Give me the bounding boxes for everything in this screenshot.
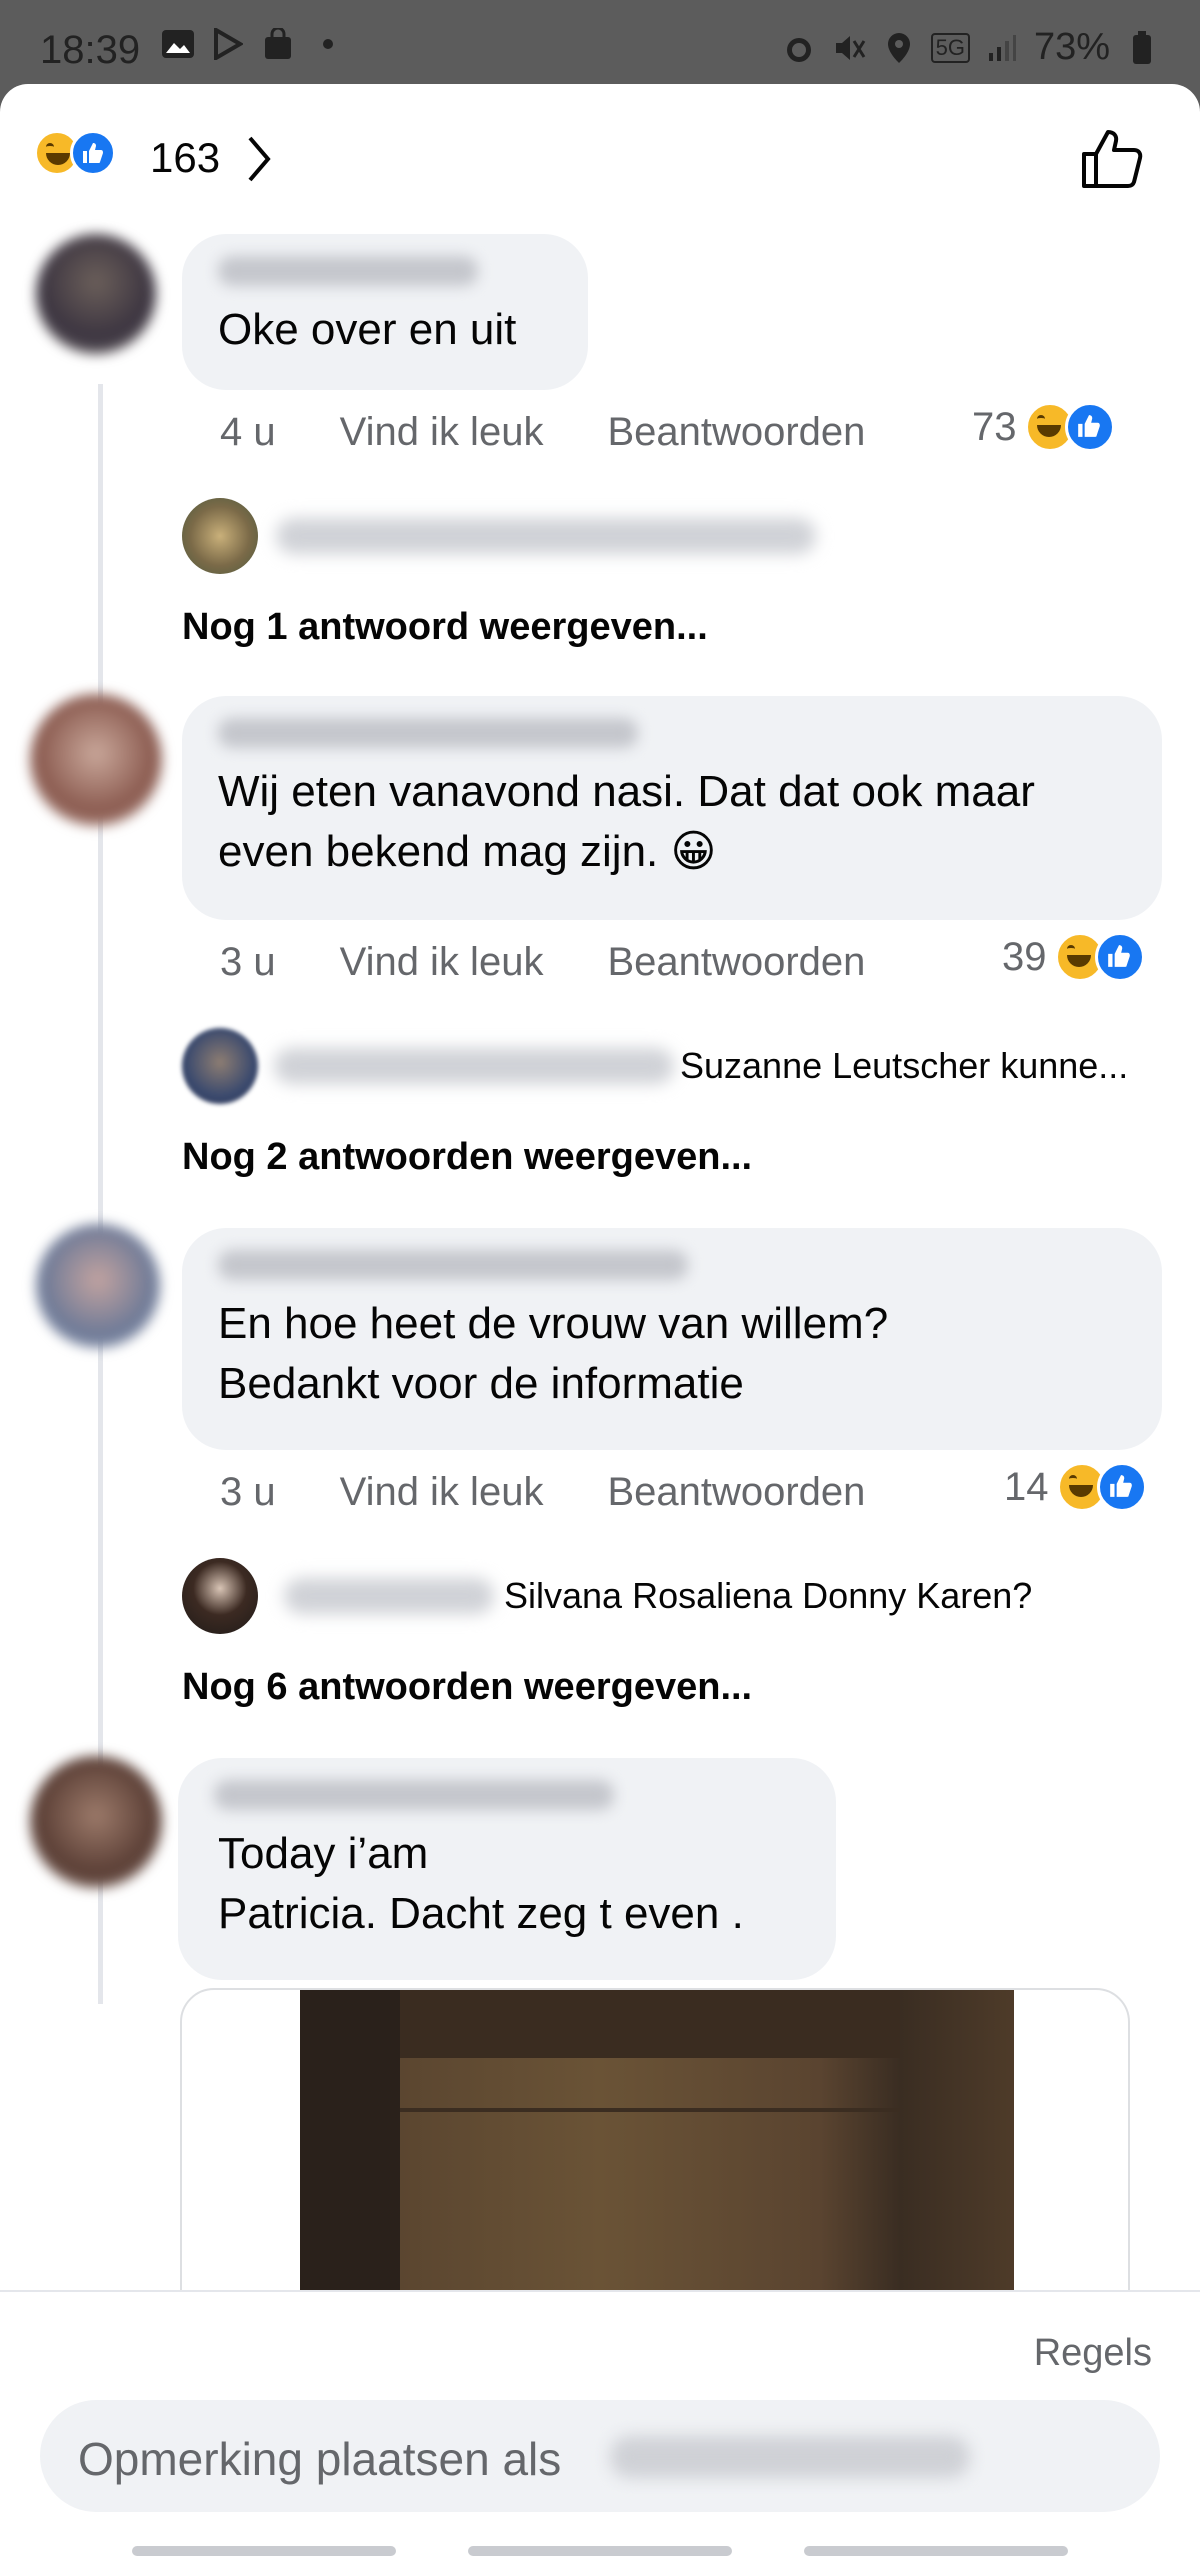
view-more-replies[interactable]: Nog 1 antwoord weergeven... bbox=[182, 606, 708, 649]
author-name bbox=[274, 1048, 674, 1084]
avatar[interactable] bbox=[182, 1558, 258, 1634]
comments-sheet: 163 Oke over en uit 4 u Vind ik leuk Bea… bbox=[0, 84, 1200, 2574]
network-type: 5G bbox=[930, 32, 970, 63]
comment-time: 3 u bbox=[220, 1470, 276, 1514]
reply-text: Suzanne Leutscher kunne... bbox=[680, 1045, 1129, 1086]
reactions-header: 163 bbox=[0, 84, 1200, 234]
avatar[interactable] bbox=[182, 1028, 258, 1104]
comment-time: 3 u bbox=[220, 940, 276, 984]
reply-button[interactable]: Beantwoorden bbox=[607, 410, 865, 455]
chevron-right-icon[interactable] bbox=[244, 134, 274, 189]
like-reaction-icon bbox=[1096, 1462, 1147, 1512]
rules-link[interactable]: Regels bbox=[1034, 2332, 1152, 2375]
author-name bbox=[276, 518, 816, 554]
reply-preview[interactable]: Silvana Rosaliena Donny Karen? bbox=[182, 1558, 1032, 1634]
author-name[interactable] bbox=[218, 256, 478, 286]
comment-actions: 3 u Vind ik leuk Beantwoorden bbox=[220, 940, 929, 985]
reply-text: Silvana Rosaliena Donny Karen? bbox=[504, 1575, 1033, 1616]
play-store-icon bbox=[210, 26, 246, 62]
avatar[interactable] bbox=[182, 498, 258, 574]
gallery-icon bbox=[160, 26, 196, 62]
author-name[interactable] bbox=[214, 1780, 614, 1810]
comment-input[interactable]: Opmerking plaatsen als bbox=[40, 2400, 1160, 2512]
like-post-button[interactable] bbox=[1080, 128, 1144, 195]
like-comment-button[interactable]: Vind ik leuk bbox=[340, 1470, 544, 1515]
status-time: 18:39 bbox=[40, 28, 141, 72]
comment-bubble: Wij eten vanavond nasi. Dat dat ook maar… bbox=[182, 696, 1162, 920]
mute-icon bbox=[831, 30, 867, 66]
view-more-replies[interactable]: Nog 2 antwoorden weergeven... bbox=[182, 1136, 752, 1179]
reaction-count: 39 bbox=[1002, 934, 1047, 979]
author-name[interactable] bbox=[218, 718, 638, 748]
like-comment-button[interactable]: Vind ik leuk bbox=[340, 410, 544, 455]
comment-reactions[interactable]: 39 bbox=[1002, 932, 1145, 982]
reaction-count[interactable]: 163 bbox=[150, 134, 220, 182]
comment-bubble: Oke over en uit bbox=[182, 234, 588, 390]
like-comment-button[interactable]: Vind ik leuk bbox=[340, 940, 544, 985]
thumbs-up-icon bbox=[1082, 130, 1143, 188]
battery-icon bbox=[1124, 30, 1160, 66]
alarm-icon bbox=[781, 30, 817, 66]
comment-input-placeholder: Opmerking plaatsen als bbox=[78, 2433, 562, 2485]
comment-reactions[interactable]: 14 bbox=[1004, 1462, 1147, 1512]
reply-preview[interactable]: Suzanne Leutscher kunne... bbox=[182, 1028, 1128, 1104]
comment-text: En hoe heet de vrouw van willem? Bedankt… bbox=[218, 1299, 889, 1408]
location-icon bbox=[881, 30, 917, 66]
reply-preview[interactable] bbox=[182, 498, 816, 574]
system-nav-bar bbox=[0, 2530, 1200, 2574]
like-reaction-icon bbox=[70, 130, 116, 176]
author-name[interactable] bbox=[218, 1250, 688, 1280]
reaction-count: 73 bbox=[972, 404, 1017, 449]
nav-back[interactable] bbox=[804, 2546, 1068, 2556]
view-more-replies[interactable]: Nog 6 antwoorden weergeven... bbox=[182, 1666, 752, 1709]
reply-button[interactable]: Beantwoorden bbox=[607, 1470, 865, 1515]
comment-text: Today i’am Patricia. Dacht zeg t even . bbox=[218, 1829, 744, 1938]
battery-percent: 73% bbox=[1033, 26, 1110, 68]
signal-icon bbox=[984, 30, 1020, 66]
comment-text: Wij eten vanavond nasi. Dat dat ook maar… bbox=[218, 767, 1035, 876]
comment-actions: 3 u Vind ik leuk Beantwoorden bbox=[220, 1470, 929, 1515]
comment-text: Oke over en uit bbox=[218, 305, 517, 354]
like-reaction-icon bbox=[1064, 402, 1115, 452]
notification-dot-icon bbox=[310, 26, 346, 62]
nav-recents[interactable] bbox=[132, 2546, 396, 2556]
nav-home[interactable] bbox=[468, 2546, 732, 2556]
comment-time: 4 u bbox=[220, 410, 276, 454]
reaction-count: 14 bbox=[1004, 1464, 1049, 1509]
shopping-bag-icon bbox=[260, 26, 296, 62]
avatar[interactable] bbox=[36, 1224, 160, 1348]
avatar[interactable] bbox=[36, 234, 156, 354]
comment-bubble: En hoe heet de vrouw van willem? Bedankt… bbox=[182, 1228, 1162, 1450]
reply-button[interactable]: Beantwoorden bbox=[607, 940, 865, 985]
author-name bbox=[610, 2436, 970, 2478]
avatar[interactable] bbox=[30, 1756, 162, 1888]
status-bar: 18:39 5G 73% bbox=[0, 0, 1200, 84]
comment-bubble: Today i’am Patricia. Dacht zeg t even . bbox=[178, 1758, 836, 1980]
like-reaction-icon bbox=[1094, 932, 1145, 982]
comment-reactions[interactable]: 73 bbox=[972, 402, 1115, 452]
comment-actions: 4 u Vind ik leuk Beantwoorden bbox=[220, 410, 929, 455]
avatar[interactable] bbox=[30, 694, 162, 826]
author-name bbox=[284, 1578, 494, 1614]
reaction-summary[interactable] bbox=[34, 130, 116, 176]
